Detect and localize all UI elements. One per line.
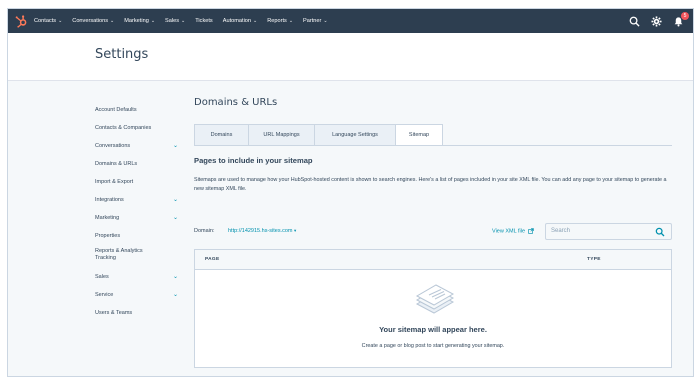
- search-placeholder: Search: [551, 228, 571, 234]
- sidebar-item-label: Marketing: [95, 215, 120, 221]
- nav-item-partner[interactable]: Partner ⌄: [303, 18, 328, 24]
- chevron-down-icon: ⌄: [150, 18, 156, 24]
- nav-item-contacts[interactable]: Contacts ⌄: [34, 18, 62, 24]
- nav-item-label: Marketing: [124, 18, 149, 24]
- nav-item-automation[interactable]: Automation ⌄: [223, 18, 258, 24]
- sidebar-item-label: Users & Teams: [95, 310, 133, 316]
- nav-item-label: Partner: [303, 18, 322, 24]
- search-icon[interactable]: [627, 14, 641, 28]
- empty-state-title: Your sitemap will appear here.: [379, 325, 487, 334]
- tab-language-settings[interactable]: Language Settings: [314, 124, 395, 146]
- settings-sidebar: Account Defaults Contacts & Companies Co…: [95, 101, 178, 322]
- bell-icon[interactable]: 5: [671, 12, 689, 28]
- nav-item-label: Reports: [267, 18, 287, 24]
- nav-menu: Contacts ⌄ Conversations ⌄ Marketing ⌄ Sale…: [34, 9, 338, 33]
- sidebar-item-properties[interactable]: Properties: [95, 227, 175, 245]
- sidebar-item-label: Reports & Analytics Tracking: [95, 248, 143, 261]
- chevron-down-icon: ⌄: [110, 18, 115, 24]
- chevron-down-icon: ⌄: [288, 18, 294, 24]
- nav-item-label: Conversations: [72, 18, 109, 24]
- chevron-down-icon[interactable]: ⌄: [173, 291, 178, 298]
- sidebar-item-service[interactable]: Service ⌄: [95, 286, 178, 304]
- tab-sitemap[interactable]: Sitemap: [395, 124, 443, 146]
- nav-item-conversations[interactable]: Conversations ⌄: [72, 18, 114, 24]
- sitemap-table: PAGE TYPE Your sitemap will appear here.…: [194, 249, 672, 368]
- nav-utilities: 5: [619, 9, 689, 33]
- app-window: Contacts ⌄ Conversations ⌄ Marketing ⌄ Sale…: [7, 8, 694, 377]
- gear-icon[interactable]: [649, 14, 663, 28]
- domain-selector[interactable]: http://142915.hs-sites.com ▾: [228, 228, 296, 234]
- page-title: Settings: [95, 47, 149, 62]
- sidebar-item-label: Account Defaults: [95, 107, 137, 113]
- sidebar-item-label: Integrations: [95, 197, 124, 203]
- empty-state-pages-icon: [415, 284, 455, 314]
- sidebar-item-domains-urls[interactable]: Domains & URLs: [95, 155, 175, 173]
- empty-state-subtitle: Create a page or blog post to start gene…: [361, 343, 505, 349]
- settings-header: Settings: [8, 33, 693, 81]
- nav-item-marketing[interactable]: Marketing ⌄: [124, 18, 155, 24]
- sidebar-item-label: Contacts & Companies: [95, 125, 152, 131]
- chevron-down-icon: ⌄: [181, 18, 186, 24]
- column-header-page[interactable]: PAGE: [205, 257, 219, 262]
- sprocket-logo-icon[interactable]: [8, 9, 34, 33]
- top-navigation: Contacts ⌄ Conversations ⌄ Marketing ⌄ Sale…: [8, 9, 693, 33]
- tab-url-mappings[interactable]: URL Mappings: [248, 124, 314, 146]
- sidebar-item-users-teams[interactable]: Users & Teams: [95, 304, 175, 322]
- table-header: PAGE TYPE: [195, 250, 671, 270]
- chevron-down-icon[interactable]: ⌄: [173, 273, 178, 280]
- nav-item-tickets[interactable]: Tickets: [195, 18, 213, 24]
- panel-title: Domains & URLs: [194, 97, 278, 108]
- sidebar-item-account-defaults[interactable]: Account Defaults: [95, 101, 175, 119]
- tab-bar: Domains URL Mappings Language Settings S…: [194, 124, 443, 146]
- chevron-down-icon[interactable]: ⌄: [173, 214, 178, 221]
- sidebar-item-contacts-companies[interactable]: Contacts & Companies: [95, 119, 175, 137]
- nav-item-label: Automation: [222, 18, 252, 24]
- view-xml-label: View XML file: [492, 228, 526, 235]
- sidebar-item-sales[interactable]: Sales ⌄: [95, 268, 178, 286]
- caret-down-icon: ▾: [294, 228, 297, 233]
- sidebar-item-label: Service: [95, 292, 114, 298]
- sidebar-item-import-export[interactable]: Import & Export: [95, 173, 175, 191]
- sidebar-item-label: Properties: [95, 233, 121, 239]
- sidebar-item-reports-analytics[interactable]: Reports & Analytics Tracking: [95, 245, 175, 268]
- sidebar-item-label: Domains & URLs: [95, 161, 138, 167]
- sidebar-item-label: Sales: [95, 274, 109, 280]
- chevron-down-icon: ⌄: [323, 18, 328, 24]
- chevron-down-icon: ⌄: [253, 18, 258, 24]
- sidebar-item-conversations[interactable]: Conversations ⌄: [95, 137, 178, 155]
- chevron-down-icon: ⌄: [58, 18, 63, 24]
- domain-label: Domain:: [194, 228, 215, 234]
- search-icon[interactable]: [655, 227, 665, 237]
- view-xml-link[interactable]: View XML file: [492, 228, 534, 234]
- tab-domains[interactable]: Domains: [194, 124, 248, 146]
- sidebar-item-integrations[interactable]: Integrations ⌄: [95, 191, 178, 209]
- main-panel: Domains & URLs Domains URL Mappings Lang…: [194, 97, 674, 368]
- domain-toolbar: Domain: http://142915.hs-sites.com ▾ Vie…: [194, 221, 672, 241]
- sidebar-item-marketing[interactable]: Marketing ⌄: [95, 209, 178, 227]
- column-header-type[interactable]: TYPE: [587, 257, 601, 262]
- chevron-down-icon[interactable]: ⌄: [173, 142, 178, 149]
- nav-item-reports[interactable]: Reports ⌄: [267, 18, 293, 24]
- nav-item-label: Sales: [165, 18, 180, 24]
- sidebar-item-label: Import & Export: [95, 179, 134, 185]
- search-input[interactable]: Search: [545, 223, 672, 240]
- nav-item-label: Tickets: [195, 18, 213, 24]
- section-title: Pages to include in your sitemap: [194, 156, 313, 165]
- notification-badge: 5: [681, 12, 689, 20]
- tab-divider: [194, 145, 672, 146]
- nav-item-label: Contacts: [34, 18, 57, 24]
- chevron-down-icon[interactable]: ⌄: [173, 196, 178, 203]
- sidebar-item-label: Conversations: [95, 143, 131, 149]
- external-link-icon: [527, 228, 534, 234]
- section-description: Sitemaps are used to manage how your Hub…: [194, 177, 667, 192]
- nav-item-sales[interactable]: Sales ⌄: [165, 18, 185, 24]
- domain-value: http://142915.hs-sites.com: [228, 228, 293, 234]
